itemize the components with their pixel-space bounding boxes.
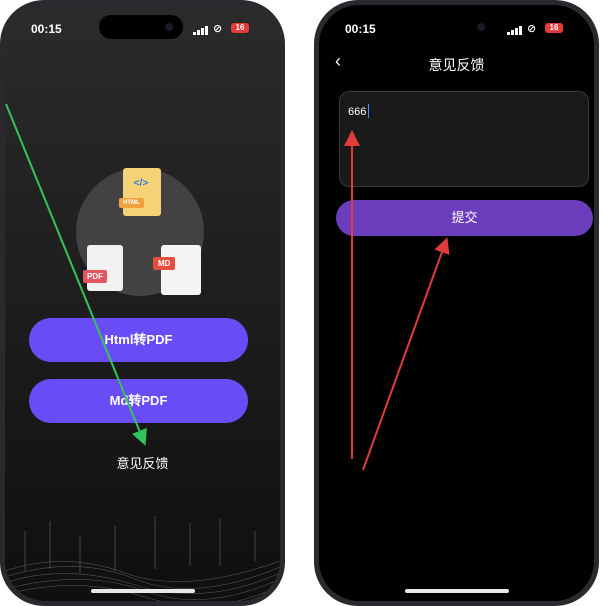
dynamic-island <box>99 15 183 39</box>
home-indicator <box>91 589 195 593</box>
home-indicator <box>405 589 509 593</box>
code-glyph: </> <box>133 178 149 189</box>
feedback-textarea[interactable]: 666 <box>339 91 589 187</box>
signal-icon <box>193 24 209 38</box>
text-caret <box>368 104 369 118</box>
html-file-icon: </> HTML <box>119 168 161 216</box>
feedback-link[interactable]: 意见反馈 <box>5 453 280 472</box>
status-time: 00:15 <box>345 22 376 36</box>
battery-icon: 16 <box>231 23 249 33</box>
camera-icon <box>165 23 173 31</box>
link-icon: ⊘ <box>213 23 223 35</box>
phone-right: 00:15 ⊘ 16 ‹ 意见反馈 666 提交 <box>314 0 599 606</box>
page-title: 意见反馈 <box>428 57 485 73</box>
feedback-value[interactable]: 666 <box>348 106 366 118</box>
md-to-pdf-button[interactable]: Md转PDF <box>29 379 248 423</box>
battery-icon: 16 <box>545 23 563 33</box>
camera-icon <box>477 23 485 31</box>
pdf-file-icon: PDF <box>83 245 123 291</box>
md-file-icon: MD <box>153 245 201 295</box>
submit-button[interactable]: 提交 <box>336 200 593 236</box>
phone-left: 00:15 ⊘ 16 </> HTML PDF MD Html转PDF Md转P… <box>0 0 285 606</box>
dynamic-island <box>417 15 495 39</box>
wave-decoration <box>5 516 280 601</box>
html-tag: HTML <box>119 198 144 208</box>
html-to-pdf-button[interactable]: Html转PDF <box>29 318 248 362</box>
status-time: 00:15 <box>31 22 62 36</box>
md-tag: MD <box>153 257 176 270</box>
signal-icon <box>507 24 523 38</box>
home-screen: 00:15 ⊘ 16 </> HTML PDF MD Html转PDF Md转P… <box>5 5 280 601</box>
feedback-screen: 00:15 ⊘ 16 ‹ 意见反馈 666 提交 <box>319 5 594 601</box>
pdf-tag: PDF <box>83 270 107 283</box>
link-icon: ⊘ <box>527 23 537 35</box>
